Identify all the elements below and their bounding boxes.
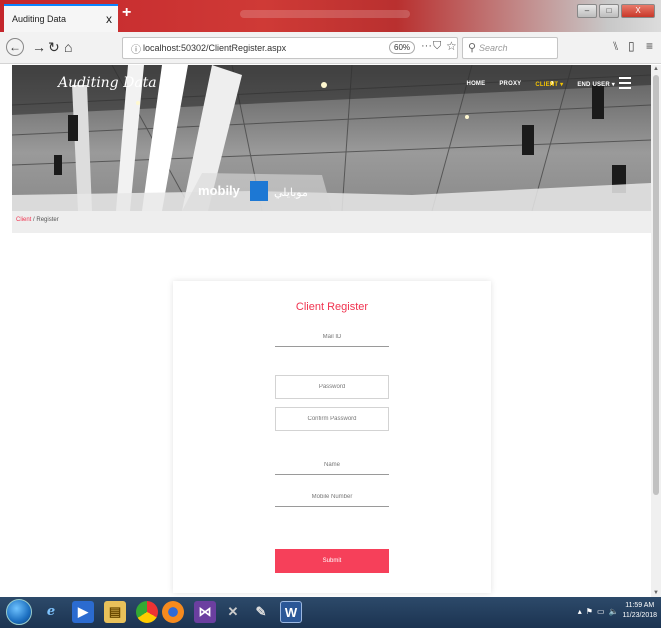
clock-date: 11/23/2018 (622, 612, 657, 619)
tools-icon[interactable]: ✕ (222, 601, 244, 623)
nav-proxy[interactable]: PROXY (499, 81, 521, 88)
url-text[interactable]: localhost:50302/ClientRegister.aspx (143, 43, 286, 53)
mobily-logo-icon (250, 181, 268, 201)
more-icon[interactable]: ··· (421, 40, 432, 52)
home-icon[interactable]: ⌂ (64, 39, 72, 55)
clock-time: 11:59 AM (625, 602, 655, 609)
network-icon[interactable]: ▭ (597, 607, 605, 616)
breadcrumb-client-link[interactable]: Client (16, 217, 31, 223)
url-bar[interactable]: ⓘ localhost:50302/ClientRegister.aspx 60… (122, 37, 458, 59)
nav-home[interactable]: HOME (467, 81, 486, 88)
reload-icon[interactable]: ↻ (48, 39, 60, 55)
info-icon[interactable]: ⓘ (131, 41, 141, 56)
browser-titlebar: Auditing Data x + – □ X (0, 0, 661, 32)
scroll-down-icon[interactable]: ▼ (653, 590, 659, 596)
flag-icon[interactable]: ⚑ (586, 607, 593, 616)
visual-studio-icon[interactable]: ⋈ (194, 601, 216, 623)
hero-brand-text-ar: موبايلي (274, 187, 308, 199)
zoom-badge[interactable]: 60% (389, 41, 416, 54)
windows-taskbar: e ▶ ▤ ⋈ ✕ ✎ W ▴ ⚑ ▭ 🔈 11:59 AM 11/23/201… (0, 597, 661, 628)
search-box[interactable]: ⚲ Search (462, 37, 558, 59)
library-icon[interactable]: ⑊ (612, 39, 619, 53)
tray-expand-icon[interactable]: ▴ (578, 607, 582, 616)
site-nav: HOME PROXY CLIENT ▾ END USER ▾ (467, 81, 615, 88)
nav-end-user[interactable]: END USER ▾ (577, 81, 615, 88)
hamburger-menu-icon[interactable] (619, 77, 631, 89)
taskbar-clock[interactable]: 11:59 AM 11/23/2018 (622, 601, 657, 621)
tab-title: Auditing Data (12, 14, 67, 24)
mobile-number-input[interactable] (275, 487, 389, 507)
submit-button[interactable]: Submit (275, 549, 389, 573)
minimize-button[interactable]: – (577, 4, 597, 18)
browser-toolbar: ← → ↻ ⌂ ⓘ localhost:50302/ClientRegister… (0, 32, 661, 64)
file-explorer-icon[interactable]: ▤ (104, 601, 126, 623)
window-controls: – □ X (577, 4, 655, 18)
browser-tab[interactable]: Auditing Data x (4, 4, 118, 32)
internet-explorer-icon[interactable]: e (40, 601, 62, 623)
name-input[interactable] (275, 455, 389, 475)
sidebar-icon[interactable]: ▯ (628, 39, 635, 53)
new-tab-button[interactable]: + (122, 4, 131, 22)
breadcrumb: Client / Register (12, 211, 651, 233)
close-window-button[interactable]: X (621, 4, 655, 18)
back-icon[interactable]: ← (6, 38, 24, 56)
pocket-icon[interactable]: ⛉ (433, 40, 441, 53)
volume-icon[interactable]: 🔈 (609, 607, 619, 616)
tab-close-icon[interactable]: x (106, 12, 112, 26)
windows-start-icon[interactable] (6, 599, 32, 625)
scroll-up-icon[interactable]: ▲ (653, 66, 659, 72)
page-scrollbar[interactable]: ▲ ▼ (651, 65, 661, 597)
hero-brand-text: mobily (198, 183, 240, 198)
chrome-icon[interactable] (136, 601, 158, 623)
paint-icon[interactable]: ✎ (250, 601, 272, 623)
register-card: Client Register Submit (173, 281, 491, 593)
breadcrumb-separator: / (33, 217, 35, 223)
site-logo[interactable]: Auditing Data (58, 75, 157, 91)
hero-banner: Auditing Data HOME PROXY CLIENT ▾ END US… (12, 65, 651, 211)
system-tray: ▴ ⚑ ▭ 🔈 11:59 AM 11/23/2018 (578, 601, 657, 621)
window-title-text (240, 10, 410, 18)
search-placeholder: Search (479, 43, 508, 53)
windows-media-player-icon[interactable]: ▶ (72, 601, 94, 623)
star-icon[interactable]: ☆ (446, 39, 457, 53)
search-icon: ⚲ (468, 42, 477, 54)
scrollbar-thumb[interactable] (653, 75, 659, 495)
firefox-icon[interactable] (162, 601, 184, 623)
forward-icon[interactable]: → (32, 39, 46, 55)
menu-icon[interactable]: ≡ (646, 39, 653, 53)
password-input[interactable] (275, 375, 389, 399)
nav-client[interactable]: CLIENT ▾ (535, 81, 563, 88)
confirm-password-input[interactable] (275, 407, 389, 431)
mail-id-input[interactable] (275, 327, 389, 347)
form-title: Client Register (295, 301, 369, 313)
maximize-button[interactable]: □ (599, 4, 619, 18)
breadcrumb-current: Register (36, 217, 59, 223)
word-icon[interactable]: W (280, 601, 302, 623)
